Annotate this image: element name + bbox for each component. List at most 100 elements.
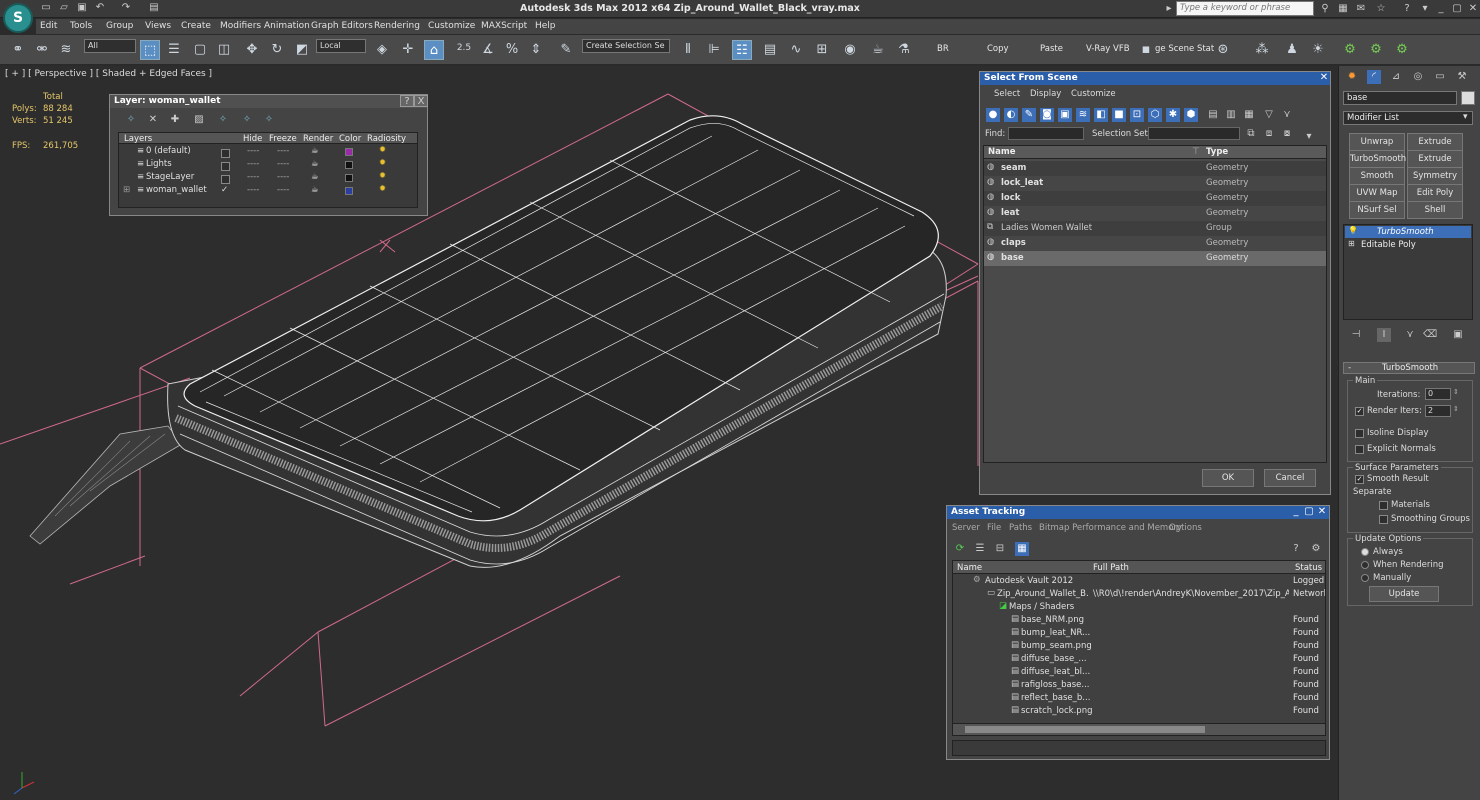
- help-icon[interactable]: ?: [1400, 2, 1414, 15]
- minimize-window-icon[interactable]: _: [1434, 2, 1448, 15]
- render-teapot-icon[interactable]: ☕: [311, 172, 319, 182]
- layer-row[interactable]: ⊞ ≡ woman_wallet ✓ ---- ---- ☕ ✹: [119, 184, 417, 198]
- search-input[interactable]: Type a keyword or phrase: [1176, 1, 1314, 16]
- create-layer-icon[interactable]: ✧: [124, 113, 138, 127]
- list-view-icon[interactable]: ☰: [973, 542, 987, 556]
- asset-help-icon[interactable]: ?: [1289, 542, 1303, 556]
- save-icon[interactable]: ▣: [76, 2, 88, 14]
- isoline-display-checkbox[interactable]: [1355, 429, 1364, 438]
- select-object-icon[interactable]: ⬚: [140, 40, 160, 60]
- copy-button[interactable]: Copy: [987, 44, 1009, 54]
- freeze-all-layers-icon[interactable]: ✧: [262, 113, 276, 127]
- display-containers-icon[interactable]: ⬡: [1148, 108, 1162, 122]
- layer-row[interactable]: ≡ Lights ---- ---- ☕ ✹: [119, 158, 417, 172]
- scene-row-selected[interactable]: ◍ base Geometry: [984, 251, 1326, 266]
- stack-item-turbosmooth[interactable]: 💡 TurboSmooth: [1345, 226, 1471, 238]
- layer-help-button[interactable]: ?: [400, 95, 414, 107]
- uvw-map-button[interactable]: UVW Map: [1349, 184, 1405, 202]
- subscription-icon[interactable]: ▦: [1336, 2, 1350, 15]
- br-button[interactable]: BR: [937, 44, 949, 54]
- unwrap-uvw-button[interactable]: Unwrap UVW: [1349, 133, 1405, 163]
- asset-row[interactable]: ◪ Maps / Shaders: [953, 601, 1325, 614]
- asset-maximize-icon[interactable]: ▢: [1302, 506, 1316, 518]
- undo-icon[interactable]: ↶: [94, 2, 106, 14]
- asset-menu-options[interactable]: Options: [1169, 523, 1202, 533]
- make-unique-icon[interactable]: ⋎: [1403, 328, 1417, 342]
- display-bones-icon[interactable]: ⊡: [1130, 108, 1144, 122]
- menu-group[interactable]: Group: [106, 21, 133, 31]
- select-none-icon[interactable]: ⧈: [1262, 127, 1276, 141]
- display-spacewarps-icon[interactable]: ≋: [1076, 108, 1090, 122]
- layer-row[interactable]: ≡ 0 (default) ---- ---- ☕ ✹: [119, 145, 417, 159]
- select-invert-icon[interactable]: ⧇: [1280, 127, 1294, 141]
- update-button[interactable]: Update: [1369, 586, 1439, 602]
- menu-views[interactable]: Views: [145, 21, 171, 31]
- extrude-button-1[interactable]: Extrude: [1407, 133, 1463, 151]
- col-hide[interactable]: Hide: [243, 134, 262, 144]
- display-all-icon[interactable]: ▤: [1206, 108, 1220, 122]
- redo-icon[interactable]: ↷: [120, 2, 132, 14]
- hide-toggle[interactable]: ----: [247, 185, 259, 195]
- angle-snap-icon[interactable]: ∡: [478, 40, 498, 60]
- maximize-window-icon[interactable]: ▢: [1450, 2, 1464, 15]
- render-iters-spinner-icon[interactable]: ⇕: [1453, 405, 1459, 413]
- display-groups-icon[interactable]: ◧: [1094, 108, 1108, 122]
- col-layers[interactable]: Layers: [124, 134, 152, 144]
- radiosity-icon[interactable]: ✹: [379, 145, 386, 155]
- col-render[interactable]: Render: [303, 134, 333, 144]
- layer-color-swatch[interactable]: [345, 161, 353, 169]
- binoculars-icon[interactable]: ⚲: [1318, 2, 1332, 15]
- scene-row[interactable]: ◍ seam Geometry: [984, 161, 1326, 176]
- filter-options-icon[interactable]: ⋎: [1280, 108, 1294, 122]
- render-setup-icon[interactable]: ☕: [868, 40, 888, 60]
- green-tool-3-icon[interactable]: ⚙: [1392, 40, 1412, 60]
- render-iters-checkbox[interactable]: ✓: [1355, 407, 1364, 416]
- sort-arrow-icon[interactable]: ⊤: [1192, 147, 1200, 157]
- col-type[interactable]: Type: [1206, 147, 1228, 157]
- project-folder-icon[interactable]: ▤: [148, 2, 160, 14]
- proxy-icon[interactable]: ♟: [1282, 40, 1302, 60]
- menu-rendering[interactable]: Rendering: [374, 21, 420, 31]
- materials-checkbox[interactable]: [1379, 501, 1388, 510]
- select-by-name-icon[interactable]: ☰: [164, 40, 184, 60]
- modifier-list-dropdown[interactable]: Modifier List: [1343, 111, 1473, 125]
- communication-icon[interactable]: ✉: [1354, 2, 1368, 15]
- layer-color-swatch[interactable]: [345, 187, 353, 195]
- display-xrefs-icon[interactable]: ■: [1112, 108, 1126, 122]
- menu-customize[interactable]: Customize: [1071, 89, 1116, 99]
- display-geometry-icon[interactable]: ●: [986, 108, 1000, 122]
- asset-menu-server[interactable]: Server: [952, 523, 980, 533]
- sun-icon[interactable]: ☀: [1308, 40, 1328, 60]
- hide-all-layers-icon[interactable]: ✧: [240, 113, 254, 127]
- layer-color-swatch[interactable]: [345, 174, 353, 182]
- motion-tab-icon[interactable]: ◎: [1411, 70, 1425, 84]
- menu-select[interactable]: Select: [994, 89, 1020, 99]
- window-crossing-icon[interactable]: ◫: [214, 40, 234, 60]
- highlight-layer-icon[interactable]: ✧: [216, 113, 230, 127]
- col-status[interactable]: Status: [1295, 563, 1322, 573]
- asset-row[interactable]: ▤ diffuse_leat_bl... Found: [953, 666, 1325, 679]
- spinner-snap-icon[interactable]: ⇕: [526, 40, 546, 60]
- hide-toggle[interactable]: ----: [247, 172, 259, 182]
- asset-row[interactable]: ▤ bump_leat_NR... Found: [953, 627, 1325, 640]
- scene-states-icon[interactable]: ▪: [1136, 40, 1156, 60]
- render-iters-input[interactable]: 2: [1425, 405, 1451, 417]
- menu-create[interactable]: Create: [181, 21, 211, 31]
- iterations-input[interactable]: 0: [1425, 388, 1451, 400]
- render-teapot-icon[interactable]: ☕: [311, 159, 319, 169]
- menu-edit[interactable]: Edit: [40, 21, 57, 31]
- smooth-button[interactable]: Smooth: [1349, 167, 1405, 185]
- nsurf-sel-button[interactable]: NSurf Sel: [1349, 201, 1405, 219]
- selection-set-dropdown[interactable]: [1148, 127, 1240, 140]
- iterations-spinner-icon[interactable]: ⇕: [1453, 388, 1459, 396]
- display-shapes-icon[interactable]: ◐: [1004, 108, 1018, 122]
- asset-row[interactable]: ▤ reflect_base_b... Found: [953, 692, 1325, 705]
- find-input[interactable]: [1008, 127, 1084, 140]
- asset-row[interactable]: ▤ base_NRM.png Found: [953, 614, 1325, 627]
- keyboard-shortcut-override-icon[interactable]: ⌂: [424, 40, 444, 60]
- lightbulb-icon[interactable]: 💡: [1348, 226, 1358, 235]
- asset-horizontal-scrollbar[interactable]: [953, 723, 1325, 735]
- display-lights-icon[interactable]: ✎: [1022, 108, 1036, 122]
- edit-named-selection-icon[interactable]: ✎: [556, 40, 576, 60]
- asset-tracking-title[interactable]: Asset Tracking: [947, 506, 1329, 519]
